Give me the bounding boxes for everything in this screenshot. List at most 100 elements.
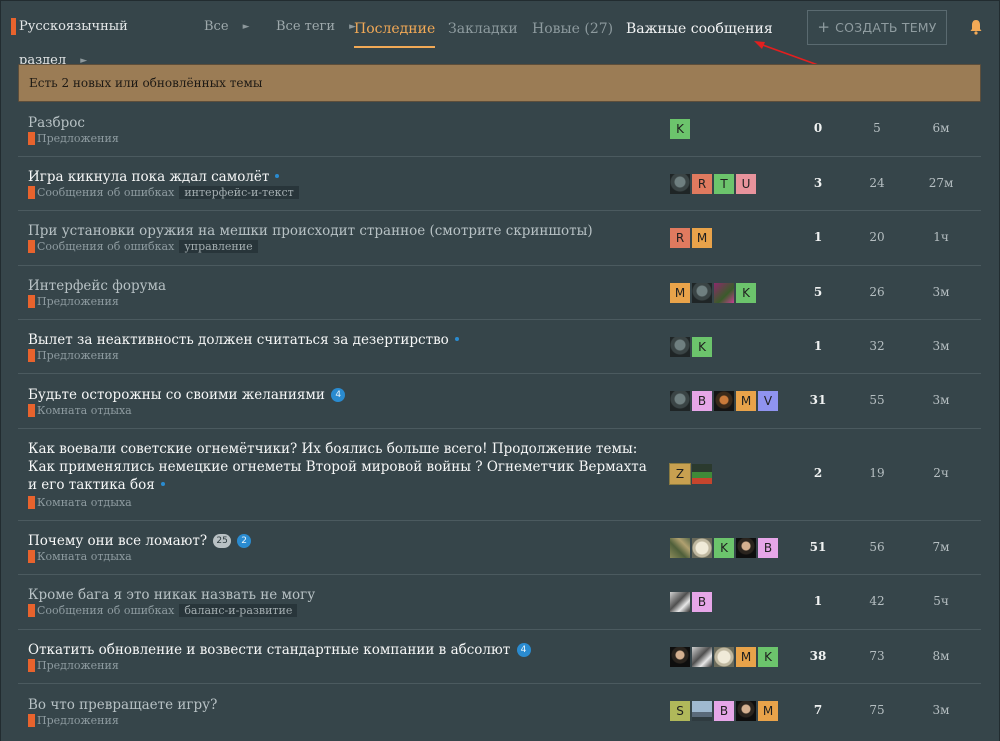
replies-count[interactable]: 0	[788, 121, 848, 135]
avatar[interactable]: Z	[669, 463, 691, 485]
avatar[interactable]: K	[692, 337, 712, 357]
replies-count[interactable]: 38	[788, 649, 848, 663]
avatar[interactable]	[714, 391, 734, 411]
avatar[interactable]	[736, 701, 756, 721]
replies-count[interactable]: 7	[788, 703, 848, 717]
category-link[interactable]: Сообщения об ошибках	[28, 186, 174, 199]
avatar[interactable]: K	[758, 647, 778, 667]
avatar[interactable]: M	[758, 701, 778, 721]
topic-row[interactable]: Разброс Предложения K 0 5 6м	[18, 102, 981, 157]
topic-row[interactable]: Почему они все ломают? 25 2 Комната отдых…	[18, 521, 981, 575]
topic-row[interactable]: Будьте осторожны со своими желаниями 4 Ко…	[18, 374, 981, 429]
category-link[interactable]: Предложения	[28, 349, 119, 362]
avatar[interactable]: U	[736, 174, 756, 194]
avatar[interactable]: K	[670, 119, 690, 139]
avatar[interactable]: R	[692, 174, 712, 194]
avatar[interactable]: S	[670, 701, 690, 721]
category-link[interactable]: Предложения	[28, 295, 119, 308]
new-posts-badge[interactable]: 4	[331, 388, 346, 402]
replies-count[interactable]: 3	[788, 176, 848, 190]
tab-bookmarks[interactable]: Закладки	[448, 10, 518, 48]
topic-title-link[interactable]: Вылет за неактивность должен считаться з…	[28, 331, 648, 349]
topic-row[interactable]: При установки оружия на мешки происходит…	[18, 211, 981, 266]
avatar[interactable]	[714, 647, 734, 667]
tab-new[interactable]: Новые (27)	[532, 10, 613, 48]
new-topic-dot-icon	[160, 482, 165, 486]
category-link[interactable]: Сообщения об ошибках	[28, 240, 174, 253]
topic-title-link[interactable]: Почему они все ломают? 25 2	[28, 532, 648, 550]
avatar[interactable]	[670, 174, 690, 194]
tag-link[interactable]: управление	[179, 240, 258, 253]
topic-title-link[interactable]: Игра кикнула пока ждал самолёт	[28, 168, 648, 186]
replies-count[interactable]: 1	[788, 594, 848, 608]
tag-link[interactable]: баланс-и-развитие	[179, 604, 298, 617]
avatar[interactable]: T	[714, 174, 734, 194]
avatar[interactable]: M	[736, 647, 756, 667]
category-link[interactable]: Комната отдыха	[28, 404, 132, 417]
new-posts-badge[interactable]: 2	[237, 534, 252, 548]
topic-meta: Предложения	[28, 714, 119, 727]
avatar[interactable]	[692, 647, 712, 667]
topic-row[interactable]: Игра кикнула пока ждал самолёт Сообщения …	[18, 157, 981, 211]
avatar[interactable]: V	[758, 391, 778, 411]
topic-row[interactable]: Как воевали советские огнемётчики? Их бо…	[18, 429, 981, 521]
topic-title-link[interactable]: Будьте осторожны со своими желаниями 4	[28, 386, 648, 404]
topic-title-link[interactable]: Интерфейс форума	[28, 277, 648, 295]
topic-title-link[interactable]: Разброс	[28, 114, 648, 132]
avatar[interactable]: K	[714, 538, 734, 558]
topic-title-link[interactable]: Откатить обновление и возвести стандартн…	[28, 641, 648, 659]
topic-row[interactable]: Во что превращаете игру? Предложения S B M 7 7…	[18, 684, 981, 727]
avatar[interactable]: M	[736, 391, 756, 411]
avatar[interactable]	[692, 701, 712, 721]
topic-meta: Предложения	[28, 659, 119, 672]
avatar[interactable]	[670, 337, 690, 357]
avatar[interactable]: M	[670, 283, 690, 303]
avatar[interactable]: K	[736, 283, 756, 303]
replies-count[interactable]: 1	[788, 230, 848, 244]
avatar[interactable]	[670, 592, 690, 612]
avatar[interactable]: M	[692, 228, 712, 248]
topic-title-link[interactable]: При установки оружия на мешки происходит…	[28, 222, 648, 240]
category-link[interactable]: Сообщения об ошибках	[28, 604, 174, 617]
avatar[interactable]: B	[692, 592, 712, 612]
create-topic-button[interactable]: + СОЗДАТЬ ТЕМУ	[807, 10, 947, 45]
avatar[interactable]	[692, 538, 712, 558]
avatar[interactable]	[670, 647, 690, 667]
topic-title-link[interactable]: Во что превращаете игру?	[28, 696, 648, 714]
subcategory-dropdown[interactable]: Все ►	[196, 10, 250, 44]
topic-title-link[interactable]: Кроме бага я это никак назвать не могу	[28, 586, 648, 604]
avatar[interactable]: B	[692, 391, 712, 411]
avatar[interactable]	[692, 464, 712, 484]
bell-icon[interactable]	[969, 19, 983, 35]
tab-latest[interactable]: Последние	[354, 10, 436, 48]
category-link[interactable]: Предложения	[28, 714, 119, 727]
avatar[interactable]	[670, 391, 690, 411]
avatar[interactable]: B	[714, 701, 734, 721]
avatar[interactable]	[736, 538, 756, 558]
category-link[interactable]: Предложения	[28, 132, 119, 145]
topic-row[interactable]: Кроме бага я это никак назвать не могу Со…	[18, 575, 981, 630]
topic-row[interactable]: Вылет за неактивность должен считаться з…	[18, 320, 981, 374]
avatar[interactable]: B	[758, 538, 778, 558]
topic-row[interactable]: Интерфейс форума Предложения M K 5 26 3м	[18, 266, 981, 320]
avatar[interactable]	[714, 283, 734, 303]
new-topics-banner[interactable]: Есть 2 новых или обновлённых темы	[18, 64, 981, 102]
avatar[interactable]	[692, 283, 712, 303]
category-link[interactable]: Предложения	[28, 659, 119, 672]
category-dropdown[interactable]: Русскоязычный раздел ►	[11, 10, 179, 68]
topic-row[interactable]: Откатить обновление и возвести стандартн…	[18, 630, 981, 684]
avatar[interactable]	[670, 538, 690, 558]
replies-count[interactable]: 31	[788, 393, 848, 407]
replies-count[interactable]: 5	[788, 285, 848, 299]
category-link[interactable]: Комната отдыха	[28, 550, 132, 563]
unread-count-badge[interactable]: 25	[213, 534, 231, 548]
new-posts-badge[interactable]: 4	[516, 643, 531, 657]
tags-dropdown[interactable]: Все теги ►	[268, 10, 356, 44]
avatar[interactable]: R	[670, 228, 690, 248]
category-link[interactable]: Комната отдыха	[28, 496, 132, 509]
tag-link[interactable]: интерфейс-и-текст	[179, 186, 299, 199]
replies-count[interactable]: 51	[788, 540, 848, 554]
replies-count[interactable]: 1	[788, 339, 848, 353]
topic-title-link[interactable]: Как воевали советские огнемётчики? Их бо…	[28, 440, 648, 494]
replies-count[interactable]: 2	[788, 466, 848, 480]
